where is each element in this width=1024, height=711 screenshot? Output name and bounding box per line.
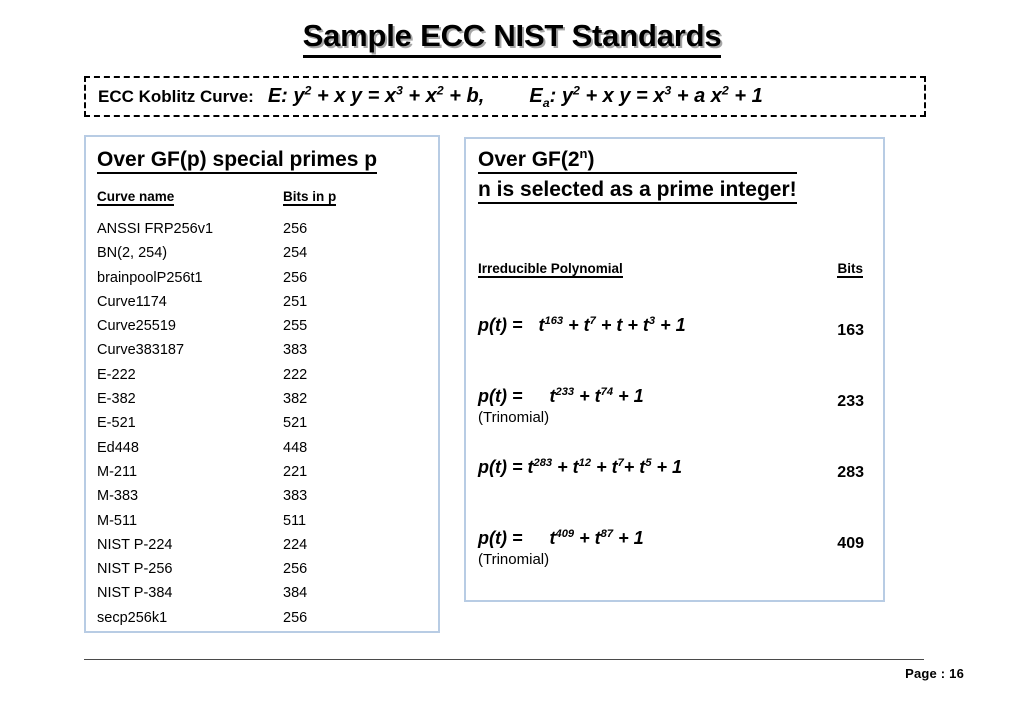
gfp-curve-bits: 384 [283,585,308,602]
curve-equation-box: ECC Koblitz Curve: E: y2 + x y = x3 + x2… [84,76,926,117]
gfp-panel: Over GF(p) special primes p Curve name B… [84,135,440,633]
gf2n-heading-line-2: n is selected as a prime integer! [478,178,797,204]
table-row: Curve25519 255 [97,314,433,338]
table-row: E-382 382 [97,387,433,411]
gf2n-polynomial-note: (Trinomial) [478,409,550,426]
gfp-curve-bits: 256 [283,609,308,626]
gfp-curve-name: brainpoolP256t1 [97,269,203,286]
gf2n-table-body: p(t) = t163 + t7 + t + t3 + 1 163 p(t) = t… [478,315,876,599]
gfp-table-body: ANSSI FRP256v1 256 BN(2, 254) 254 brainpoolP… [97,217,433,630]
footer-divider [84,659,924,660]
table-row: Curve1174 251 [97,290,433,314]
table-row: E-521 521 [97,411,433,435]
table-row: p(t) = t233 + t74 + 1 (Trinomial) 233 [478,386,876,457]
table-row: secp256k1 256 [97,606,433,630]
gfp-curve-bits: 511 [283,512,307,529]
table-row: M-211 221 [97,460,433,484]
gfp-curve-name: E-382 [97,391,136,408]
table-row: E-222 222 [97,363,433,387]
gfp-column-header-bits: Bits in p [283,189,337,206]
footer-page-number: Page : 16 [905,666,964,681]
gfp-curve-bits: 251 [283,293,308,310]
table-row: brainpoolP256t1 256 [97,266,433,290]
table-row: NIST P-384 384 [97,581,433,605]
table-row: p(t) = t163 + t7 + t + t3 + 1 163 [478,315,876,386]
gf2n-polynomial: p(t) = t283 + t12 + t7+ t5 + 1 [478,457,683,477]
gfp-column-header-name: Curve name [97,189,175,206]
gfp-curve-name: Curve1174 [97,293,167,310]
table-row: NIST P-224 224 [97,533,433,557]
gfp-curve-name: Curve25519 [97,318,176,335]
curve-equation-formulas: E: y2 + x y = x3 + x2 + b, Ea: y2 + x y … [254,83,763,110]
gf2n-polynomial: p(t) = t233 + t74 + 1 [478,386,644,406]
gf2n-polynomial: p(t) = t409 + t87 + 1 [478,528,644,548]
gfp-curve-name: M-511 [97,512,138,529]
gf2n-column-headers: Irreducible Polynomial Bits [478,261,875,279]
gf2n-heading: Over GF(2n) n is selected as a prime int… [478,147,797,208]
gfp-curve-bits: 256 [283,221,308,237]
gfp-curve-bits: 256 [283,269,308,286]
page-title-text: Sample ECC NIST Standards [302,18,722,58]
gfp-curve-bits: 221 [283,463,308,480]
gfp-curve-bits: 521 [283,415,308,432]
gfp-curve-name: Ed448 [97,439,139,456]
gfp-curve-bits: 224 [283,536,308,553]
gfp-curve-bits: 448 [283,439,308,456]
gf2n-bits: 409 [837,535,864,552]
table-row: NIST P-256 256 [97,557,433,581]
table-row: M-511 511 [97,509,433,533]
gf2n-column-header-polynomial: Irreducible Polynomial [478,261,623,278]
curve-equation-label: ECC Koblitz Curve: [98,86,254,106]
table-row: p(t) = t283 + t12 + t7+ t5 + 1 283 [478,457,876,528]
gfp-curve-name: NIST P-256 [97,561,173,578]
gfp-curve-bits: 383 [283,342,308,359]
gfp-heading-text: Over GF(p) special primes p [97,148,378,174]
gfp-curve-name: ANSSI FRP256v1 [97,221,214,237]
gf2n-bits: 233 [837,393,864,410]
gfp-curve-name: BN(2, 254) [97,245,168,262]
gfp-curve-name: secp256k1 [97,609,168,626]
gf2n-polynomial-note: (Trinomial) [478,551,550,568]
gfp-curve-name: E-521 [97,415,136,432]
gfp-curve-name: NIST P-224 [97,536,173,553]
gfp-curve-bits: 254 [283,245,308,262]
gfp-curve-name: E-222 [97,366,136,383]
table-row: BN(2, 254) 254 [97,241,433,265]
curve-equation-e: E: y2 + x y = x3 + x2 + b, [267,83,485,107]
gfp-curve-name: M-383 [97,488,139,505]
gf2n-heading-line-1: Over GF(2n) [478,147,797,174]
gfp-curve-bits: 255 [283,318,308,335]
table-row: M-383 383 [97,484,433,508]
table-row: Ed448 448 [97,436,433,460]
gf2n-bits: 283 [837,464,864,481]
page-title: Sample ECC NIST Standards [0,18,1024,58]
table-row: ANSSI FRP256v1 256 [97,217,433,241]
curve-equation-ea: Ea: y2 + x y = x3 + a x2 + 1 [529,83,763,110]
gf2n-bits: 163 [837,322,864,339]
gfp-curve-name: NIST P-384 [97,585,173,602]
gf2n-polynomial: p(t) = t163 + t7 + t + t3 + 1 [478,315,686,335]
table-row: p(t) = t409 + t87 + 1 (Trinomial) 409 [478,528,876,599]
gfp-curve-name: Curve383187 [97,342,185,359]
table-row: Curve383187 383 [97,338,433,362]
gfp-curve-bits: 383 [283,488,308,505]
gfp-heading: Over GF(p) special primes p [97,148,378,174]
gf2n-column-header-bits: Bits [837,261,863,278]
gfp-curve-bits: 382 [283,391,308,408]
gfp-curve-name: M-211 [97,463,138,480]
gfp-curve-bits: 256 [283,561,308,578]
gf2n-panel: Over GF(2n) n is selected as a prime int… [464,137,885,602]
gfp-curve-bits: 222 [283,366,308,383]
